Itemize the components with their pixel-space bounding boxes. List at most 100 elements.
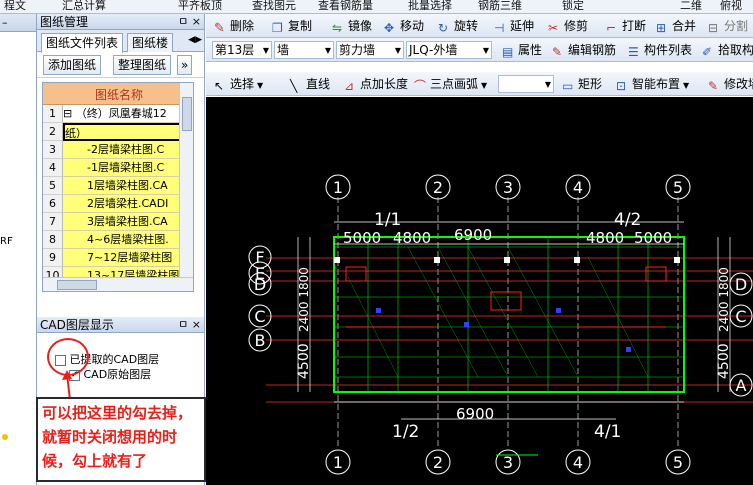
table-row[interactable]: 3层墙梁柱图.CA [63,213,181,231]
table-row[interactable]: -1层墙梁柱图.C [63,159,181,177]
rectangle-button[interactable]: ▭ 矩形 [562,75,602,93]
drawing-name: 纸） [65,127,87,140]
trim-icon: ✂ [548,21,559,35]
pane-pin-close-icon[interactable]: ㅁ × [178,317,201,333]
top-item[interactable]: 程文 [4,0,26,13]
tab-drawing-file-list[interactable]: 图纸文件列表 [41,33,124,53]
modify-wall-icon: ✎ [708,79,719,93]
three-point-arc-button[interactable]: ⌒ 三点画弧 ▼ [414,75,487,93]
row-number[interactable]: 8 [43,231,63,249]
scroll-thumb[interactable] [182,97,192,131]
table-row[interactable]: 7~12层墙梁柱图 [63,249,181,267]
horizontal-scrollbar[interactable] [43,277,193,291]
cad-layer-title: CAD图层显示 [40,318,114,332]
type-select[interactable]: 剪力墙 ▼ [336,41,404,59]
mirror-icon: ⇋ [332,21,343,35]
top-item[interactable]: 锁定 [562,0,584,13]
row-number[interactable]: 3 [43,141,63,159]
row-number[interactable]: 2 [43,123,63,141]
row-number[interactable]: 6 [43,195,63,213]
copy-button[interactable]: ❐ 复制 [272,17,312,35]
axis-label: D [735,275,747,294]
chevron-down-icon: ▼ [544,80,551,89]
split-button[interactable]: ⊟ 分割 [708,17,748,35]
arc-icon: ⌒ [414,79,427,93]
organize-drawing-button[interactable]: 整理图纸 [113,55,172,75]
more-buttons-icon[interactable]: » [177,55,193,75]
drawing-tabs: 图纸文件列表 图纸楼 ◀▶ [37,30,204,53]
vertical-scrollbar[interactable] [179,83,193,279]
top-item[interactable]: 批量选择 [408,0,452,13]
pane-pin-close-icon[interactable]: ㅁ × [178,14,201,30]
table-row[interactable]: 1层墙梁柱图.CA [63,177,181,195]
drawing-name: 1层墙梁柱图.CA [87,179,168,192]
smart-layout-button[interactable]: ⊡ 智能布置 ▼ [616,75,689,93]
collapse-icon[interactable]: ⊟ [63,107,76,120]
left-pane-label: RF [0,236,13,247]
axis-label: 5 [673,178,683,197]
trim-button[interactable]: ✂ 修剪 [548,17,588,35]
table-row[interactable]: -2层墙梁柱图.C [63,141,181,159]
row-number[interactable]: 9 [43,249,63,267]
row-number[interactable]: 4 [43,159,63,177]
top-item[interactable]: 俯视 [720,0,742,13]
add-drawing-button[interactable]: 添加图纸 [43,55,102,75]
row-number[interactable]: 5 [43,177,63,195]
arc-option-select[interactable]: ▼ [498,75,554,93]
edit-rebar-button[interactable]: ✎ 编辑钢筋 [552,41,616,59]
axis-label: 2 [433,453,443,472]
rectangle-icon: ▭ [562,79,574,93]
row-number[interactable]: 1 [43,105,63,123]
axis-label: B [255,331,266,350]
break-icon: ⌐ [606,21,617,35]
mirror-button[interactable]: ⇋ 镜像 [332,17,372,35]
drawing-name: 7~12层墙梁柱图 [87,251,173,264]
cad-layer-header: CAD图层显示 ㅁ × [37,317,204,333]
drawing-name: -1层墙梁柱图.C [87,161,165,174]
merge-button[interactable]: ⊞ 合并 [656,17,696,35]
line-button[interactable]: ╲ 直线 [290,75,330,93]
break-button[interactable]: ⌐ 打断 [606,17,646,35]
move-button[interactable]: ✥ 移动 [384,17,424,35]
scroll-thumb[interactable] [57,280,97,290]
row-number[interactable]: 7 [43,213,63,231]
cad-drawing[interactable]: 12345 12345 FEDCB DCA 1/1 4/2 1/2 4/1 50… [206,97,753,485]
pick-component-button[interactable]: ✐ 拾取构 [702,41,753,59]
axis-label: 1 [333,178,343,197]
point-length-button[interactable]: ⊿ 点加长度 [344,75,408,93]
split-icon: ⊟ [708,21,719,35]
top-toolbar-strip: 程文 汇总计算 平齐板顶 查找图元 查看钢筋量 批量选择 钢筋三维 锁定 二维 … [0,0,753,14]
floor-select[interactable]: 第13层 ▼ [212,41,272,59]
table-row[interactable]: 2层墙梁柱.CADI [63,195,181,213]
chevron-down-icon: ▼ [257,81,264,90]
draw-toolbar: ↖选择▼ ╲直线 ⊿点加长度 ⌒三点画弧▼ ▼ ▭矩形 ⊡智能布置▼ ✎修改墙 [206,72,753,96]
top-item[interactable]: 钢筋三维 [478,0,522,13]
top-item[interactable]: 汇总计算 [62,0,106,13]
rotate-button[interactable]: ↻ 旋转 [438,17,478,35]
select-button[interactable]: ↖ 选择 ▼ [214,75,263,93]
category-select[interactable]: 墙 ▼ [274,41,334,59]
extend-button[interactable]: ⊣ 延伸 [494,17,534,35]
delete-button[interactable]: ✎ 删除 [214,17,254,36]
top-item[interactable]: 平齐板顶 [178,0,222,13]
table-row[interactable]: 4~6层墙梁柱图. [63,231,181,249]
properties-button[interactable]: ▤ 属性 [502,41,542,59]
drawing-canvas[interactable]: 12345 12345 FEDCB DCA 1/1 4/2 1/2 4/1 50… [206,97,753,485]
dimension-label: 5000 [343,229,381,247]
left-pane-header: – [0,14,36,32]
chevron-down-icon: ▼ [262,46,269,55]
element-select[interactable]: JLQ-外墙 ▼ [406,41,492,59]
top-item[interactable]: 查找图元 [252,0,296,13]
component-list-button[interactable]: ☰ 构件列表 [628,41,692,59]
top-item[interactable]: 查看钢筋量 [318,0,373,13]
dimension-label: 6900 [456,405,494,423]
tab-drawing-floor[interactable]: 图纸楼 [127,33,174,52]
modify-wall-button[interactable]: ✎修改墙 [708,75,753,93]
top-item[interactable]: 二维 [680,0,702,13]
table-row[interactable]: 纸） [63,123,181,141]
minimize-icon[interactable]: – [2,16,8,29]
extend-icon: ⊣ [494,21,505,35]
tab-scroll-arrows-icon[interactable]: ◀▶ [188,35,202,45]
table-row[interactable]: ⊟ （终）凤凰春城12 [63,105,181,123]
axis-label: 4 [573,178,583,197]
